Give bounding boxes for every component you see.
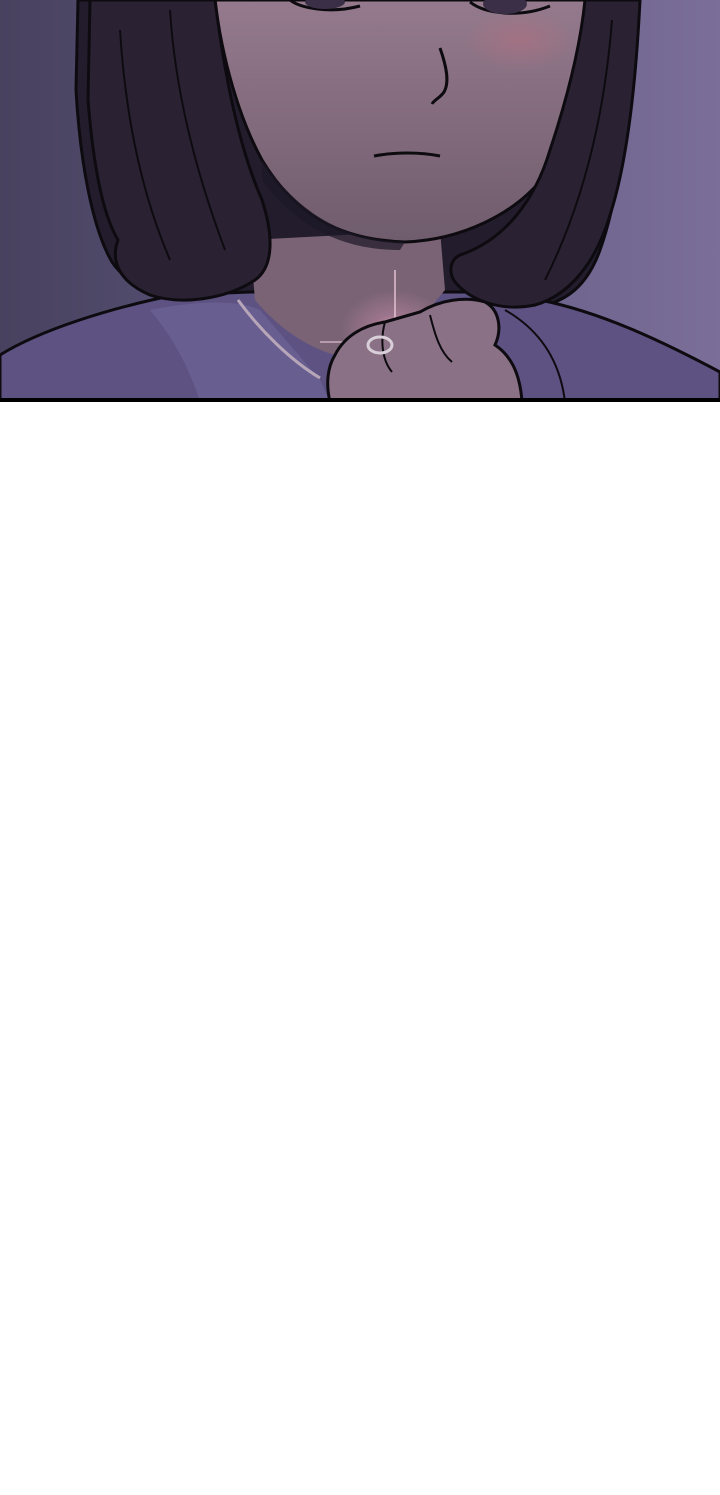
cheek-blush [465, 10, 575, 70]
page-gutter [0, 402, 720, 1495]
comic-panel [0, 0, 720, 402]
panel-illustration [0, 0, 720, 402]
